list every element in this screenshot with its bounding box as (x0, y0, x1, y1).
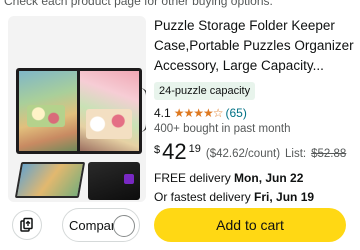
share-button[interactable] (12, 210, 42, 240)
delivery-prefix: FREE delivery (154, 171, 231, 185)
thumbnail-closed-case (88, 162, 140, 200)
fastest-delivery-date: Fri, Jun 19 (254, 190, 315, 204)
product-title-line-2[interactable]: Case,Portable Puzzles Organizer (154, 36, 360, 56)
fastest-delivery-info: Or fastest delivery Fri, Jun 19 (154, 190, 360, 204)
product-title-line-3[interactable]: Accessory, Large Capacity... (154, 56, 360, 76)
capacity-badge: 24-puzzle capacity (154, 82, 256, 100)
price-whole: 42 (162, 139, 187, 164)
unit-price: ($42.62/count) (205, 148, 281, 160)
product-info: Puzzle Storage Folder Keeper Case,Portab… (154, 16, 360, 204)
review-count[interactable]: (65) (225, 106, 246, 120)
compare-checkbox[interactable] (113, 215, 135, 237)
product-title-line-1[interactable]: Puzzle Storage Folder Keeper (154, 16, 360, 36)
bought-count: 400+ bought in past month (154, 123, 291, 135)
price-cents: 19 (188, 143, 201, 155)
delivery-info: FREE delivery Mon, Jun 22 (154, 171, 360, 185)
delivery-date: Mon, Jun 22 (234, 171, 304, 185)
fastest-delivery-prefix: Or fastest delivery (154, 190, 251, 204)
compare-button[interactable]: Compare (62, 208, 140, 242)
rating-row[interactable]: 4.1 ★★★★☆ (65) (154, 106, 360, 120)
zipper-pull (138, 88, 146, 132)
thumbnail-open-folder (14, 162, 86, 198)
puzzle-folder-image (16, 68, 142, 154)
rating-value: 4.1 (154, 106, 171, 120)
puzzle-page-left (19, 71, 77, 151)
top-note: Check each product page for other buying… (4, 0, 273, 8)
list-price-label: List: (285, 148, 307, 160)
puzzle-page-right (80, 71, 139, 151)
share-icon (20, 217, 33, 232)
add-to-cart-button[interactable]: Add to cart (154, 208, 346, 242)
star-rating-icon[interactable]: ★★★★☆ (174, 106, 224, 120)
product-image[interactable] (8, 16, 146, 202)
price-currency: $ (154, 144, 161, 156)
price-row: $ 42 19 ($42.62/count) List: $52.88 (154, 141, 360, 163)
list-price: $52.88 (311, 148, 347, 160)
